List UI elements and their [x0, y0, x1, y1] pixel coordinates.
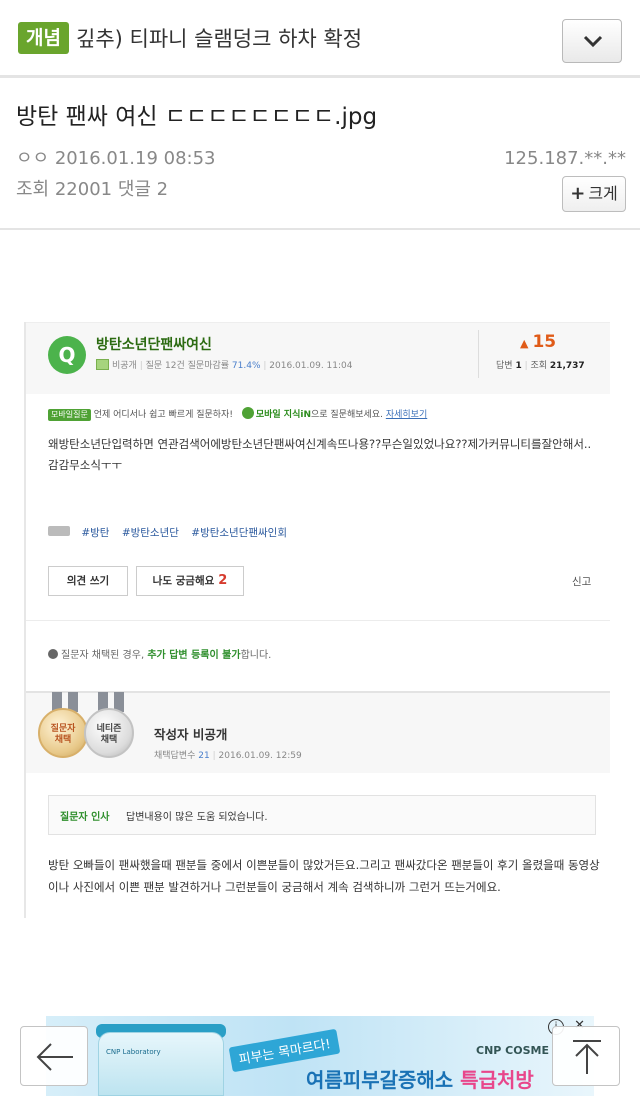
- asker-choice-medal-icon: 질문자 채택: [38, 708, 88, 758]
- post-ip: 125.187.**.**: [504, 148, 626, 169]
- related-post-title[interactable]: 깊추) 티파니 슬램덩크 하차 확정: [76, 24, 362, 54]
- header-divider: [0, 228, 640, 230]
- avatar-icon: [96, 359, 109, 370]
- scroll-top-button[interactable]: [552, 1026, 620, 1086]
- tag-icon: [48, 526, 70, 536]
- zoom-button[interactable]: + 크게: [562, 176, 626, 212]
- question-meta: 비공개 | 질문 12건 질문마감률 71.4% | 2016.01.09. 1…: [96, 358, 353, 371]
- arrow-left-icon: [36, 1043, 73, 1071]
- tag-item[interactable]: #방탄: [81, 527, 109, 539]
- ad-banner[interactable]: CNP Laboratory 피부는 목마르다! CNP COSME 여름피부갈…: [46, 1016, 594, 1096]
- expand-button[interactable]: [562, 19, 622, 63]
- category-badge[interactable]: 개념: [18, 22, 69, 54]
- plus-icon: +: [570, 183, 586, 204]
- mobile-badge: 모바일질문: [48, 409, 91, 421]
- more-link[interactable]: 자세히보기: [386, 410, 427, 420]
- stats-divider: [478, 330, 479, 378]
- cream-jar-image: [98, 1032, 224, 1096]
- arrow-up-icon: [573, 1040, 601, 1074]
- netizen-choice-medal-icon: 네티즌 채택: [84, 708, 134, 758]
- ad-product-label: CNP Laboratory: [106, 1048, 161, 1056]
- me-too-button[interactable]: 나도 궁금해요 2: [136, 566, 244, 596]
- ad-headline: 여름피부갈증해소 특급처방: [306, 1068, 534, 1092]
- question-stats: 답변 1 | 조회 21,737: [496, 361, 585, 371]
- ad-brand: CNP COSME: [476, 1044, 549, 1057]
- thanks-label: 질문자 인사: [60, 812, 110, 823]
- adoption-notice: 질문자 채택된 경우, 추가 답변 등록이 불가합니다.: [48, 646, 271, 661]
- back-button[interactable]: [20, 1026, 88, 1086]
- report-link[interactable]: 신고: [572, 574, 591, 589]
- answer-meta: 채택답변수 21 | 2016.01.09. 12:59: [154, 751, 302, 761]
- thumb-icon: ▲: [520, 337, 529, 350]
- question-body: 왜방탄소년단입력하면 연관검색어에방탄소년단팬싸여신계속뜨나용??무슨일있었나요…: [48, 437, 592, 472]
- section-divider: [26, 620, 610, 621]
- answer-body: 방탄 오빠들이 팬싸했을때 팬분들 중에서 이쁜분들이 많았거든요.그리고 팬싸…: [48, 858, 600, 894]
- post-title: 방탄 팬싸 여신 ㄷㄷㄷㄷㄷㄷㄷㄷ.jpg: [16, 104, 378, 130]
- post-stats: 조회 22001 댓글 2: [16, 179, 169, 200]
- thanks-text: 답변내용이 많은 도움 되었습니다.: [126, 812, 268, 823]
- tag-item[interactable]: #방탄소년단팬싸인회: [191, 527, 287, 539]
- answer-author: 작성자 비공개: [154, 727, 228, 742]
- question-icon: Q: [48, 336, 86, 374]
- top-bar: 개념 깊추) 티파니 슬램덩크 하차 확정: [0, 0, 640, 78]
- info-icon: [48, 649, 58, 659]
- zoom-label: 크게: [588, 184, 618, 203]
- write-opinion-button[interactable]: 의견 쓰기: [48, 566, 128, 596]
- kin-app-icon: [241, 407, 254, 419]
- question-score: ▲ 15: [520, 332, 557, 352]
- mobile-promo: 모바일질문 언제 어디서나 쉽고 빠르게 질문하자! 모바일 지식iN으로 질문…: [48, 407, 427, 421]
- chevron-down-icon: [583, 35, 603, 48]
- tag-list: #방탄 #방탄소년단 #방탄소년단팬싸인회: [48, 525, 296, 540]
- tag-item[interactable]: #방탄소년단: [122, 527, 179, 539]
- post-author-date: ㅇㅇ 2016.01.19 08:53: [16, 148, 216, 169]
- question-title: 방탄소년단팬싸여신: [96, 337, 212, 353]
